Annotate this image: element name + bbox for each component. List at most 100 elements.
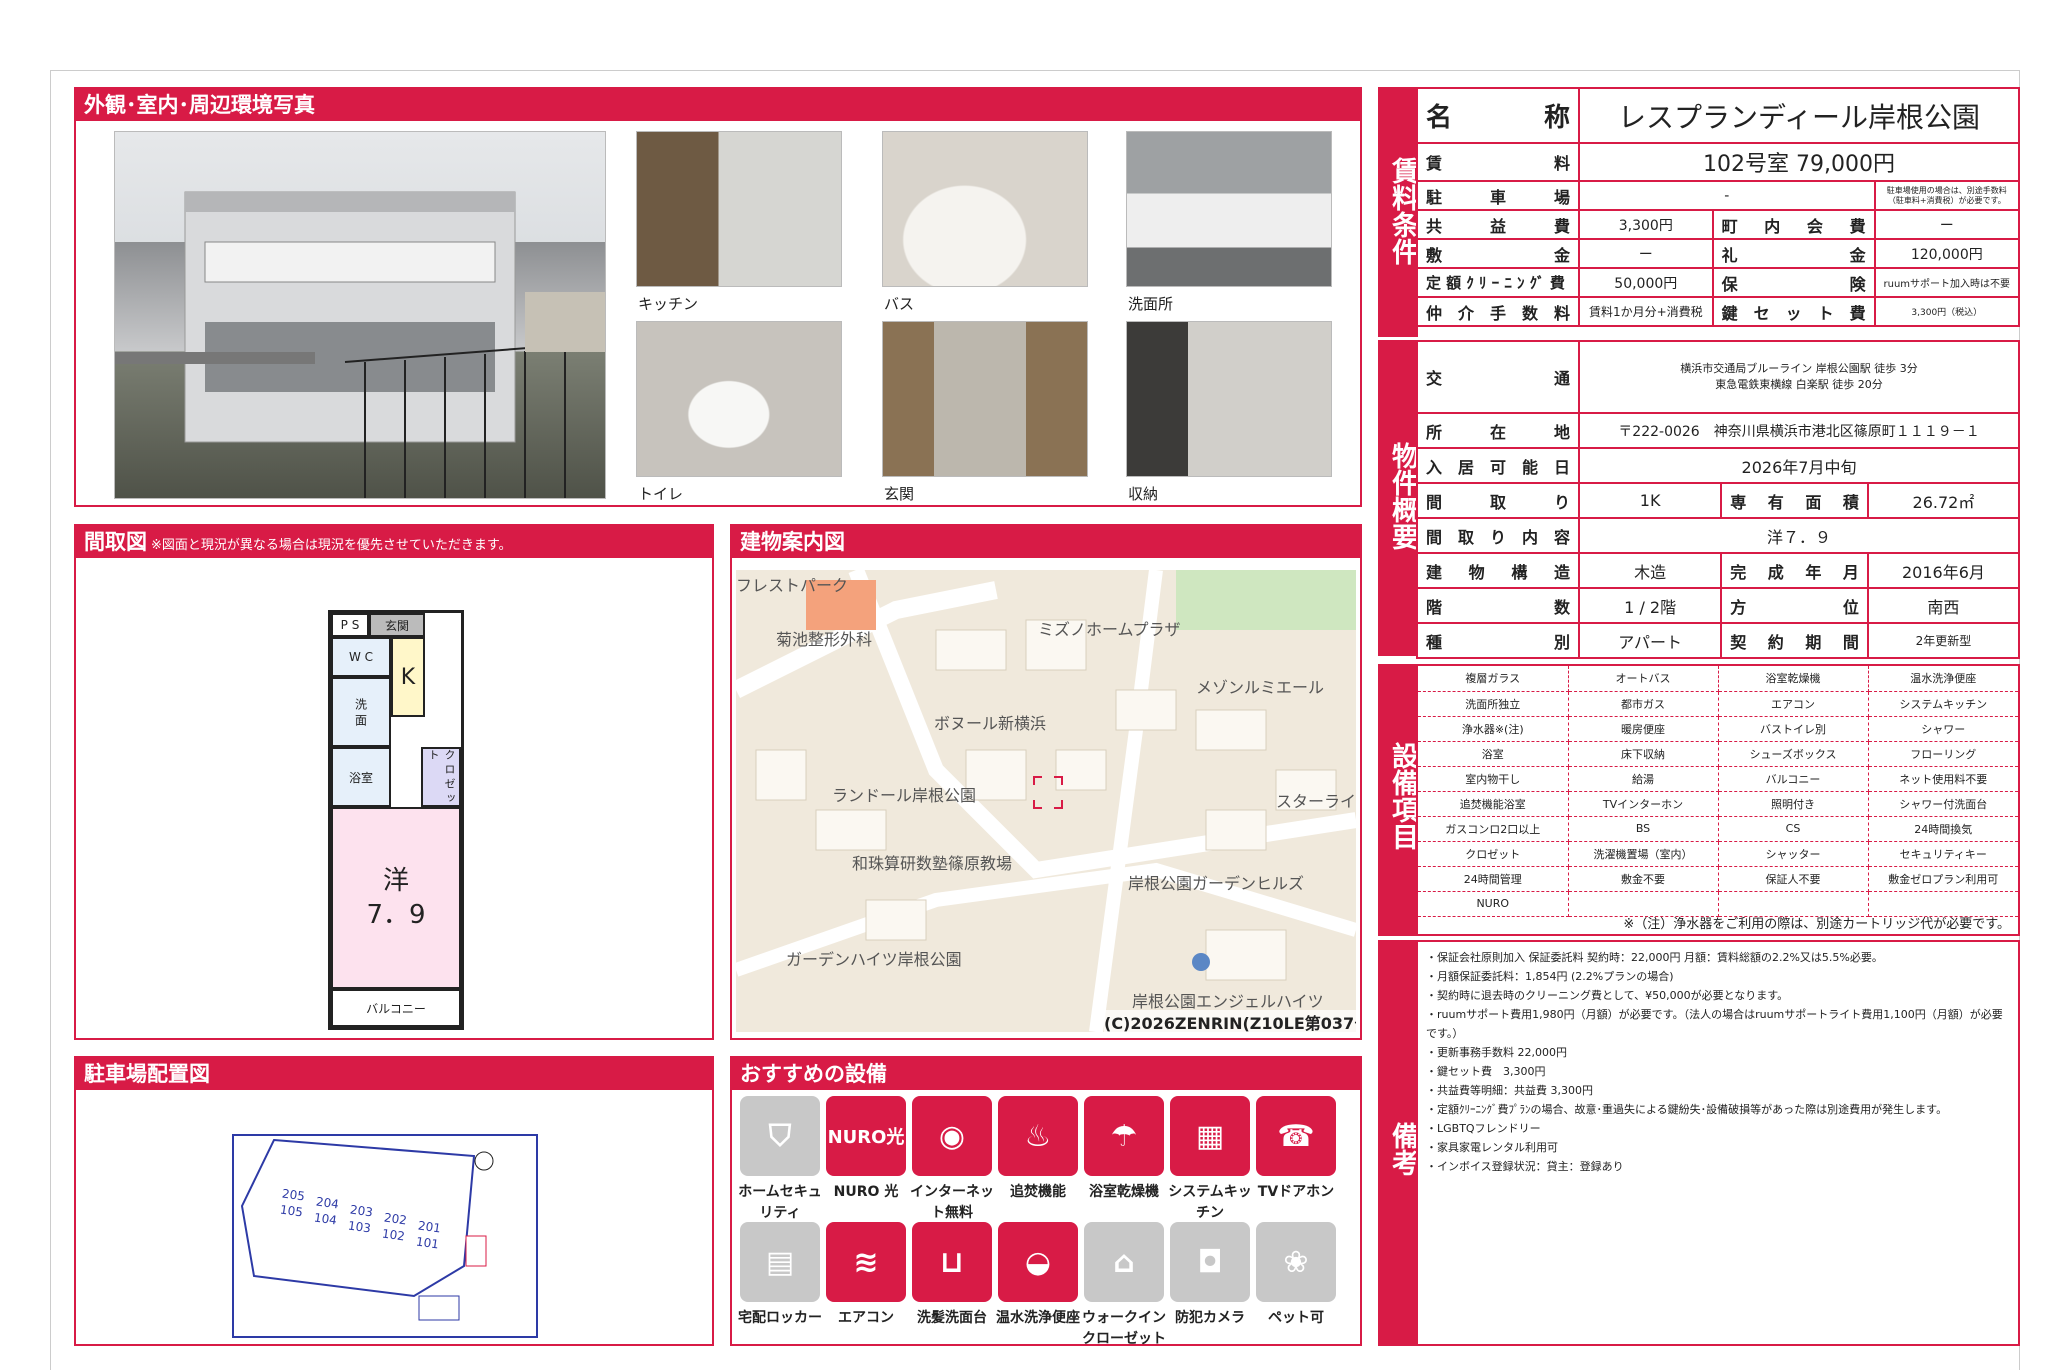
layout-detail-value: 洋７．９	[1578, 517, 2020, 554]
equipment-item: システムキッチン	[1868, 691, 2018, 717]
wifi-icon: ◉	[912, 1096, 992, 1176]
recommended-header: おすすめの設備	[732, 1058, 1360, 1090]
remarks-side-text: 備考	[1387, 1122, 1418, 1176]
equipment-item: 洗濯機置場（室内）	[1568, 841, 1719, 867]
equipment-row: 浄水器※(注) 暖房便座 バストイレ別 シャワー	[1418, 716, 2018, 742]
floorplan-title: 間取図	[84, 530, 147, 554]
remark-line: ・LGBTQフレンドリー	[1426, 1122, 1541, 1135]
recommended-label: 追焚機能	[1010, 1184, 1066, 1200]
recommended-label: 洗髪洗面台	[917, 1310, 987, 1326]
chukai-value: 賃料1か月分+消費税	[1578, 296, 1714, 327]
equipment-item: 敷金ゼロプラン利用可	[1868, 866, 2018, 892]
equipment-item: 洗面所独立	[1418, 691, 1569, 717]
equipment-item: 浄水器※(注)	[1418, 716, 1569, 742]
recommended-label: ペット可	[1268, 1310, 1324, 1326]
area-label: 専 有 面 積	[1720, 482, 1869, 519]
washbasin-icon: ⊔	[912, 1222, 992, 1302]
floorplan-drawing: P S 玄関 W C K 洗 面 浴室 ク ロ ゼ ッ ト 洋 7．9 バルコニ…	[328, 610, 464, 1030]
map-area: フレストパーク 菊池整形外科 ミズノホームプラザ メゾンルミエール ボヌール新横…	[736, 570, 1356, 1032]
recommended-equipment-panel: おすすめの設備 ⛉ ホームセキュリティ NURO光 NURO 光 ◉ インターネット無料 ♨…	[730, 1056, 1362, 1347]
kitchen-icon: ▦	[1170, 1096, 1250, 1176]
equipment-item: シャッター	[1718, 841, 1869, 867]
remark-line: ・インボイス登録状況：貸主：登録あり	[1426, 1160, 1624, 1173]
equipment-row: クロゼット 洗濯機置場（室内） シャッター セキュリティキー	[1418, 841, 2018, 867]
address-value: 〒222-0026 神奈川県横浜市港北区篠原町１１１９－１	[1578, 412, 2020, 449]
cleaning-label: 定額ｸﾘｰﾆﾝｸﾞ費	[1415, 267, 1581, 298]
equipment-row: 洗面所独立 都市ガス エアコン システムキッチン	[1418, 691, 2018, 717]
area-value: 26.72㎡	[1866, 482, 2021, 519]
kotsu-value: 横浜市交通局ブルーライン 岸根公園駅 徒歩 3分 東急電鉄東横線 白楽駅 徒歩 2…	[1578, 340, 2020, 414]
equipment-item: 照明付き	[1718, 791, 1869, 817]
equipment-item: ガスコンロ2口以上	[1418, 816, 1569, 842]
recommended-label: ホームセキュリティ	[738, 1184, 822, 1221]
address-label: 所 在 地	[1415, 412, 1581, 449]
equipment-side-label: 設備項目	[1378, 664, 1418, 936]
equipment-box: 複層ガラス オートバス 浴室乾燥機 温水洗浄便座 洗面所独立 都市ガス エアコン システムキッ…	[1416, 664, 2020, 936]
layout-value: 1K	[1578, 482, 1723, 519]
equipment-side-text: 設備項目	[1387, 742, 1418, 850]
property-side-label: 物件概要	[1378, 340, 1418, 656]
kotsu-line-1: 横浜市交通局ブルーライン 岸根公園駅 徒歩 3分	[1680, 362, 1918, 375]
equipment-item: 追焚機能浴室	[1418, 791, 1569, 817]
rent-side-label: 賃料条件	[1378, 87, 1418, 337]
exterior-photo	[114, 131, 606, 499]
parking-header: 駐車場配置図	[76, 1058, 712, 1090]
remark-line: ・鍵セット費 3,300円	[1426, 1065, 1546, 1078]
equipment-item: シューズボックス	[1718, 741, 1869, 767]
paw-icon: ❀	[1256, 1222, 1336, 1302]
equipment-item: 暖房便座	[1568, 716, 1719, 742]
equipment-item: 敷金不要	[1568, 866, 1719, 892]
bath-photo	[882, 131, 1088, 287]
dryer-icon: ☂	[1084, 1096, 1164, 1176]
room-genkan: 玄関	[369, 613, 425, 637]
equipment-row: 複層ガラス オートバス 浴室乾燥機 温水洗浄便座	[1418, 666, 2018, 692]
bath-caption: バス	[884, 295, 915, 313]
room-ps: P S	[331, 613, 369, 637]
toilet-icon: ◒	[998, 1222, 1078, 1302]
intercom-icon: ☎	[1256, 1096, 1336, 1176]
equipment-item: 温水洗浄便座	[1868, 666, 2018, 692]
built-label: 完 成 年 月	[1720, 552, 1869, 589]
equipment-row: 追焚機能浴室 TVインターホン 照明付き シャワー付洗面台	[1418, 791, 2018, 817]
washroom-photo	[1126, 131, 1332, 287]
parking-panel: 駐車場配置図 205 105 204 104 203 103 202 102 2…	[74, 1056, 714, 1346]
remark-line: ・家具家電レンタル利用可	[1426, 1141, 1558, 1154]
equipment-item: BS	[1568, 816, 1719, 842]
recommended-label: インターネット無料	[910, 1184, 994, 1221]
floorplan-header: 間取図 ※図面と現況が異なる場合は現況を優先させていただきます。	[76, 526, 712, 558]
parking-room-201: 201	[417, 1218, 442, 1236]
map-label-2: ミズノホームプラザ	[1038, 620, 1181, 639]
recommended-label: NURO 光	[833, 1184, 899, 1200]
equipment-item: 浴室乾燥機	[1718, 666, 1869, 692]
equipment-item: オートバス	[1568, 666, 1719, 692]
map-panel: 建物案内図 フレストパーク 菊池整形外科 ミズノホームプラザ メゾンルミエール …	[730, 524, 1362, 1040]
storage-photo	[1126, 321, 1332, 477]
entrance-caption: 玄関	[884, 485, 915, 503]
direction-label: 方 位	[1720, 587, 1869, 624]
kyoeki-label: 共 益 費	[1415, 209, 1581, 240]
remark-line: ・契約時に退去時のクリーニング費として、¥50,000が必要となります。	[1426, 989, 1789, 1002]
equipment-item: NURO	[1418, 891, 1569, 917]
remarks-side-label: 備考	[1378, 940, 1418, 1346]
photos-panel: 外観･室内･周辺環境写真 キッチン バス 洗面所 トイレ 玄関 収納	[74, 87, 1362, 507]
equipment-item: 都市ガス	[1568, 691, 1719, 717]
recommended-label: ウォークインクローゼット	[1082, 1310, 1166, 1347]
washroom-caption: 洗面所	[1128, 295, 1174, 313]
parking-room-204: 204	[315, 1194, 340, 1212]
photos-header: 外観･室内･周辺環境写真	[76, 89, 1360, 121]
chukai-label: 仲 介 手 数 料	[1415, 296, 1581, 327]
move-in-value: 2026年7月中旬	[1578, 447, 2020, 484]
recommended-label: エアコン	[838, 1310, 894, 1326]
room-wc: W C	[331, 637, 391, 677]
insurance-label: 保 険	[1711, 267, 1876, 298]
rent-label: 賃 料	[1415, 142, 1581, 182]
move-in-label: 入 居 可 能 日	[1415, 447, 1581, 484]
remark-line: ・更新事務手数料 22,000円	[1426, 1046, 1567, 1059]
layout-detail-label: 間 取 り 内 容	[1415, 517, 1581, 554]
contract-value: 2年更新型	[1866, 622, 2021, 659]
recommended-label: 温水洗浄便座	[996, 1310, 1080, 1326]
rent-side-text: 賃料条件	[1387, 157, 1418, 265]
remarks-list: ・保証会社原則加入 保証委託料 契約時：22,000円 月額：賃料総額の2.2%…	[1426, 948, 2012, 1176]
map-label-5: ランドール岸根公園	[832, 786, 977, 805]
shiki-label: 敷 金	[1415, 238, 1581, 269]
